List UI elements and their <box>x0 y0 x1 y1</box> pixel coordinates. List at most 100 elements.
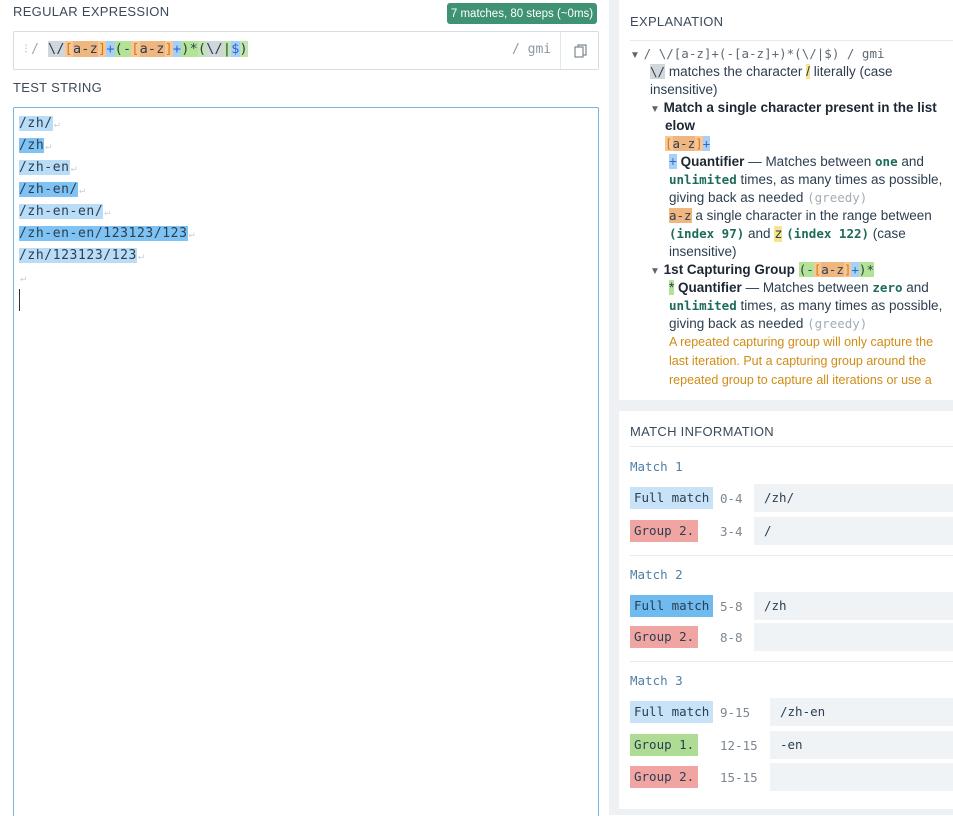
range-text: insensitive) <box>669 244 737 259</box>
explanation-root[interactable]: ▼ / \/[a-z]+(-[a-z]+)*(\/|$) / gmi <box>630 45 885 65</box>
token-group-close: ) <box>181 41 190 57</box>
regex-flags[interactable]: / gmi <box>512 42 551 57</box>
quantifier-label: Quantifier <box>678 280 742 295</box>
escape-desc: matches the character <box>668 64 803 79</box>
token-group-open: ( <box>114 41 123 57</box>
pane-divider[interactable] <box>609 0 619 815</box>
quantifier-token: * <box>669 280 675 295</box>
quantifier-max: unlimited <box>669 298 737 313</box>
match-full: /zh-en <box>19 160 70 175</box>
divider <box>630 446 953 447</box>
quantifier-text: and <box>901 154 924 169</box>
full-match-tag: Full match <box>630 701 714 723</box>
token-group-close: ) <box>239 41 248 57</box>
group-title: 1st Capturing Group <box>663 262 795 277</box>
match-full: /zh-en-en/123123/123 <box>19 226 188 241</box>
quantifier-star-line2: unlimited times, as many times as possib… <box>669 297 942 315</box>
match-value[interactable]: -en <box>770 731 953 759</box>
escape-explanation: \/ matches the character / literally (ca… <box>650 63 892 81</box>
range-index: (index 97) <box>669 226 745 241</box>
charclass-token: [a-z]+ <box>665 136 711 151</box>
token-quantifier: + <box>106 41 115 57</box>
match-range: 0-4 <box>720 491 743 506</box>
token-group-open: ( <box>197 41 207 57</box>
quantifier-text: times, as many times as possible, <box>740 172 943 187</box>
range-explanation: a-z a single character in the range betw… <box>669 207 932 225</box>
eol-marker: ↵ <box>188 229 196 240</box>
match-value[interactable]: / <box>754 517 953 545</box>
quantifier-label: Quantifier <box>680 154 745 169</box>
quantifier-min: one <box>875 154 898 169</box>
triangle-down-icon[interactable]: ▼ <box>630 50 640 61</box>
regex-pattern[interactable]: \/[a-z]+(-[a-z]+)*(\/|$) <box>48 41 248 57</box>
match-full: /zh <box>19 138 45 153</box>
match-value[interactable] <box>770 763 953 791</box>
group-2-tag: Group 2. <box>630 766 699 788</box>
group-1-tag: Group 1. <box>630 734 699 756</box>
eol-marker: ↵ <box>104 207 111 218</box>
test-line: /zh/123123/123↵ <box>19 248 145 263</box>
charclass-title-cont: elow <box>665 117 695 135</box>
eol-marker: ↵ <box>70 163 78 174</box>
test-string-editor[interactable]: /zh/↵ /zh↵ /zh-en↵ /zh-en/↵ /zh-en-en/↵ … <box>13 107 599 816</box>
match-summary-badge: 7 matches, 80 steps (~0ms) <box>447 3 597 24</box>
test-line: /zh-en↵ <box>19 160 77 175</box>
quantifier-plus-explanation: + Quantifier — Matches between one and <box>669 153 924 171</box>
quantifier-text: — Matches between <box>748 154 872 169</box>
copy-icon <box>573 43 587 58</box>
range-token: a-z <box>669 208 692 223</box>
match-range: 3-4 <box>720 524 743 539</box>
match-value[interactable]: /zh <box>754 592 953 620</box>
match-full: /zh/ <box>19 116 53 131</box>
match-header: Match 2 <box>630 567 683 582</box>
explanation-panel: EXPLANATION ▼ / \/[a-z]+(-[a-z]+)*(\/|$)… <box>619 0 953 400</box>
escape-desc: literally (case <box>813 64 893 79</box>
token-escape: \/ <box>48 41 65 57</box>
token-alternation: | <box>222 41 232 57</box>
match-range: 12-15 <box>720 738 758 753</box>
test-line: /zh↵ <box>19 138 52 153</box>
sidebar-pane: EXPLANATION ▼ / \/[a-z]+(-[a-z]+)*(\/|$)… <box>619 0 953 815</box>
eol-marker: ↵ <box>137 251 145 262</box>
regex-input[interactable]: ⁝ / \/[a-z]+(-[a-z]+)*(\/|$) / gmi <box>13 31 599 70</box>
quantifier-text: times, as many times as possible, <box>740 298 943 313</box>
eol-marker: ↵ <box>53 119 61 130</box>
quantifier-plus-line3: giving back as needed (greedy) <box>669 189 867 207</box>
group-2-tag: Group 2. <box>630 520 699 542</box>
quantifier-text: — Matches between <box>745 280 869 295</box>
charclass-title: Match a single character present in the … <box>663 100 937 115</box>
triangle-down-icon[interactable]: ▼ <box>650 266 660 277</box>
token-bracket-open: [ <box>64 41 73 57</box>
match-value[interactable] <box>754 623 953 651</box>
explanation-title: EXPLANATION <box>630 14 724 29</box>
triangle-down-icon[interactable]: ▼ <box>650 104 660 115</box>
charclass-header[interactable]: ▼ Match a single character present in th… <box>650 99 937 119</box>
test-line: /zh-en-en/123123/123↵ <box>19 226 195 241</box>
match-header: Match 3 <box>630 673 683 688</box>
quantifier-token: + <box>669 154 677 169</box>
match-value[interactable]: /zh/ <box>754 484 953 512</box>
escape-desc: insensitive) <box>650 82 718 97</box>
token-bracket-close: ] <box>164 41 173 57</box>
token-range: a-z <box>139 41 165 57</box>
root-pattern: / \/[a-z]+(-[a-z]+)*(\/|$) / gmi <box>643 46 885 61</box>
regex-editor-pane: REGULAR EXPRESSION 7 matches, 80 steps (… <box>0 0 609 816</box>
match-range: 15-15 <box>720 770 758 785</box>
test-line: /zh/↵ <box>19 116 60 131</box>
match-full: /zh/123123/123 <box>19 248 137 263</box>
group-header[interactable]: ▼ 1st Capturing Group (-[a-z]+)* <box>650 261 874 281</box>
warning-text: repeated group to capture all iterations… <box>669 373 932 387</box>
match-information-panel: MATCH INFORMATION Match 1 Full match 0-4… <box>619 411 953 809</box>
eol-marker: ↵ <box>20 273 27 284</box>
range-explanation-line2: (index 97) and z (index 122) (case <box>669 225 906 243</box>
divider <box>630 40 953 41</box>
quantifier-text: and <box>906 280 929 295</box>
regex-left-delimiter: ⁝ / <box>24 42 39 57</box>
token-escape: \/ <box>206 41 223 57</box>
match-value[interactable]: /zh-en <box>770 698 953 726</box>
test-line: /zh-en/↵ <box>19 182 86 197</box>
token-quantifier: * <box>189 41 198 57</box>
copy-button[interactable] <box>560 32 599 69</box>
quantifier-star-line3: giving back as needed (greedy) <box>669 315 867 333</box>
grip-icon[interactable]: ⁝ <box>24 42 28 57</box>
